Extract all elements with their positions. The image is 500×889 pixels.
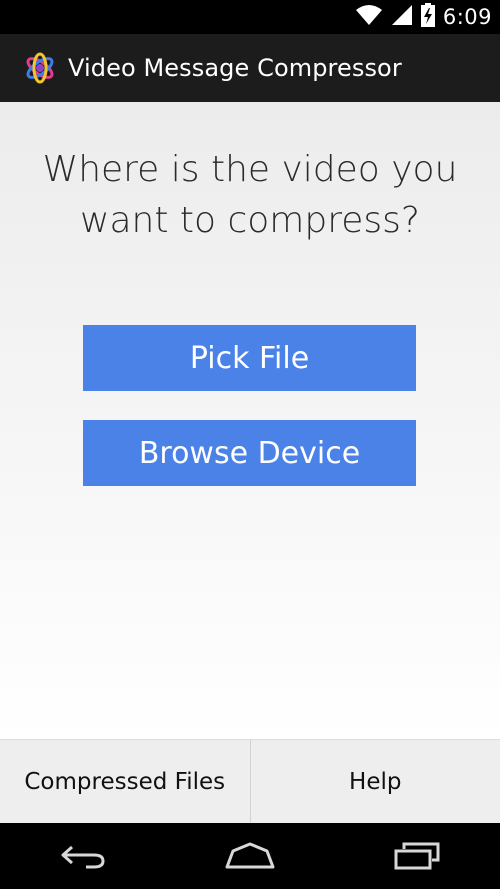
screen: 6:09 Video Message Compressor Where is t… xyxy=(0,0,500,889)
prompt-heading: Where is the video you want to compress? xyxy=(42,149,458,241)
status-icons: 6:09 xyxy=(355,0,492,34)
status-time: 6:09 xyxy=(442,5,492,29)
bottom-tab-bar: Compressed Files Help xyxy=(0,739,500,824)
tab-help[interactable]: Help xyxy=(251,740,500,824)
navigation-bar xyxy=(0,823,500,889)
browse-device-button[interactable]: Browse Device xyxy=(83,420,416,486)
wifi-icon xyxy=(355,4,383,31)
home-icon[interactable] xyxy=(210,831,290,881)
status-bar: 6:09 xyxy=(0,0,500,34)
pick-file-button[interactable]: Pick File xyxy=(83,325,416,391)
main-content: Where is the video you want to compress?… xyxy=(0,102,500,739)
tab-compressed-files[interactable]: Compressed Files xyxy=(0,740,250,824)
back-icon[interactable] xyxy=(43,831,123,881)
app-title: Video Message Compressor xyxy=(68,54,402,82)
battery-charging-icon xyxy=(420,2,435,32)
signal-icon xyxy=(391,4,413,31)
app-logo-icon[interactable] xyxy=(22,50,58,86)
action-bar: Video Message Compressor xyxy=(0,34,500,102)
recent-apps-icon[interactable] xyxy=(377,831,457,881)
